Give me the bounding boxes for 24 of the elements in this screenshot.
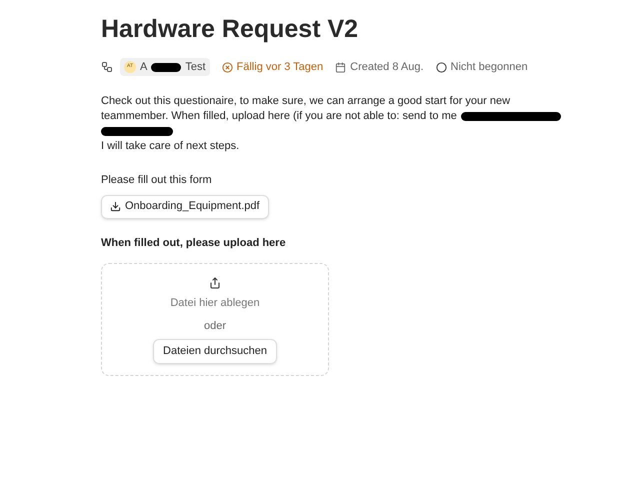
created-date: Created 8 Aug. bbox=[350, 60, 424, 75]
hierarchy-icon bbox=[101, 61, 113, 73]
description-text: Check out this questionaire, to make sure, we can arrange a good start for your new bbox=[101, 94, 512, 109]
redaction-mark bbox=[101, 127, 173, 136]
form-label: Please fill out this form bbox=[101, 173, 213, 188]
upload-heading: When filled out, please upload here bbox=[101, 236, 287, 250]
dropzone-hint: Datei hier ablegen bbox=[170, 296, 260, 311]
upload-icon bbox=[209, 277, 221, 289]
assignee-name-start: A bbox=[140, 60, 148, 75]
assignee-name-end: Test bbox=[185, 60, 206, 75]
status-label: Nicht begonnen bbox=[450, 60, 528, 75]
attachment-button[interactable]: Onboarding_Equipment.pdf bbox=[101, 194, 269, 218]
page-title: Hardware Request V2 bbox=[101, 14, 360, 44]
due-date: Fällig vor 3 Tagen bbox=[236, 60, 324, 75]
dropzone-or: oder bbox=[204, 318, 226, 334]
download-icon bbox=[110, 201, 121, 212]
dropzone[interactable]: Datei hier ablegen oder Dateien durchsuchen bbox=[101, 263, 329, 376]
redaction-mark bbox=[151, 62, 182, 72]
description-text: I will take care of next steps. bbox=[101, 139, 240, 154]
overdue-icon bbox=[222, 62, 233, 72]
browse-files-button[interactable]: Dateien durchsuchen bbox=[153, 339, 277, 364]
status-icon bbox=[436, 62, 447, 72]
description-text: teammember. When filled, upload here (if you are not able to: send to me bbox=[101, 109, 457, 124]
calendar-icon bbox=[335, 62, 346, 72]
